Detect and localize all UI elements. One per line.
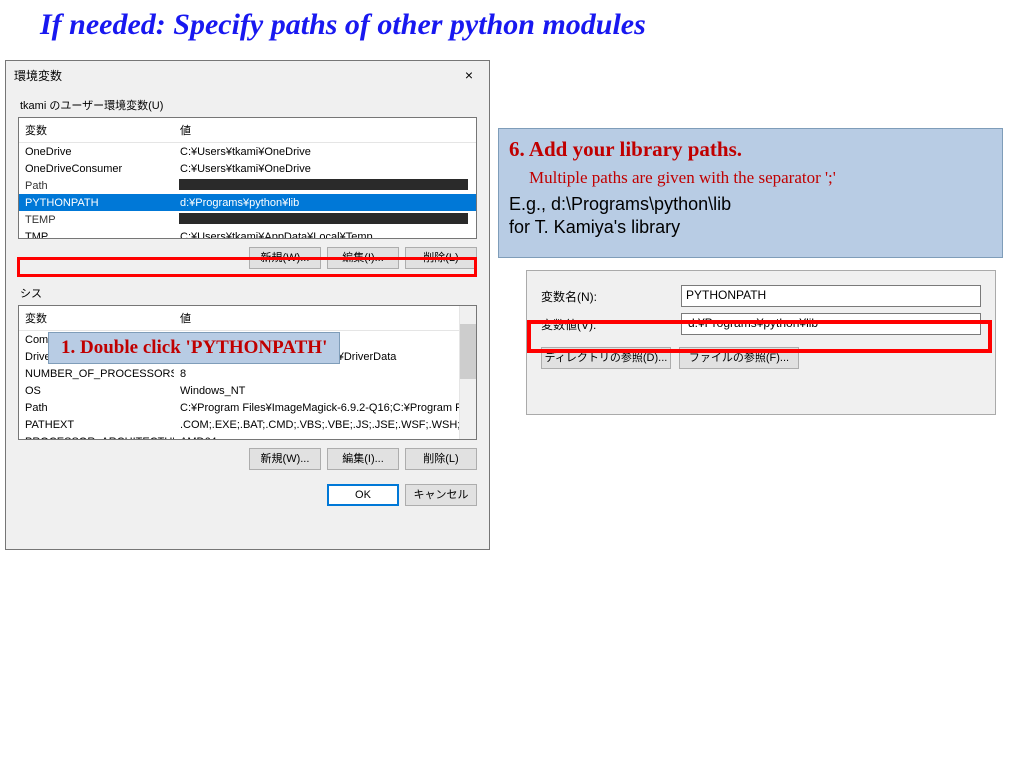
edit-button[interactable]: 編集(I)...	[327, 448, 399, 470]
step-6-sub: Multiple paths are given with the separa…	[529, 168, 992, 188]
table-row[interactable]: OneDriveConsumerC:¥Users¥tkami¥OneDrive	[19, 160, 476, 177]
table-row[interactable]: PROCESSOR_ARCHITECTUREAMD64	[19, 433, 476, 440]
sys-vars-table[interactable]: 変数 値 ComSpecC:¥windows¥system32¥cmd.exe …	[18, 305, 477, 440]
new-button[interactable]: 新規(W)...	[249, 448, 321, 470]
env-vars-dialog: 環境変数 × tkami のユーザー環境変数(U) 変数 値 OneDriveC…	[5, 60, 490, 550]
user-vars-label: tkami のユーザー環境変数(U)	[20, 97, 475, 113]
table-row[interactable]: TEMP	[19, 211, 476, 228]
sys-vars-label: シス	[20, 285, 475, 301]
step-6-text1: E.g., d:\Programs\python\lib	[509, 194, 992, 215]
close-icon[interactable]: ×	[457, 67, 481, 83]
table-row[interactable]: NUMBER_OF_PROCESSORS8	[19, 365, 476, 382]
var-name-input[interactable]: PYTHONPATH	[681, 285, 981, 307]
dialog-title: 環境変数	[14, 67, 62, 84]
step-6-panel: 6. Add your library paths. Multiple path…	[498, 128, 1003, 258]
step-6-title: 6. Add your library paths.	[509, 137, 992, 162]
table-header: 変数 値	[19, 118, 476, 143]
scrollbar[interactable]	[459, 306, 476, 439]
highlight-box	[527, 320, 992, 353]
table-row[interactable]: Path	[19, 177, 476, 194]
table-row[interactable]: PATHEXT.COM;.EXE;.BAT;.CMD;.VBS;.VBE;.JS…	[19, 416, 476, 433]
var-name-label: 変数名(N):	[541, 288, 681, 305]
step-1-callout: 1. Double click 'PYTHONPATH'	[48, 332, 340, 364]
dialog-titlebar: 環境変数 ×	[6, 61, 489, 89]
table-row[interactable]: PathC:¥Program Files¥ImageMagick-6.9.2-Q…	[19, 399, 476, 416]
table-row[interactable]: OneDriveC:¥Users¥tkami¥OneDrive	[19, 143, 476, 160]
var-name-row: 変数名(N): PYTHONPATH	[541, 285, 981, 307]
table-header: 変数 値	[19, 306, 476, 331]
table-row[interactable]: TMPC:¥Users¥tkami¥AppData¥Local¥Temp	[19, 228, 476, 239]
dialog-footer: OK キャンセル	[18, 484, 477, 506]
user-vars-table[interactable]: 変数 値 OneDriveC:¥Users¥tkami¥OneDrive One…	[18, 117, 477, 239]
page-title: If needed: Specify paths of other python…	[40, 8, 646, 42]
table-row[interactable]: OSWindows_NT	[19, 382, 476, 399]
sys-button-row: 新規(W)... 編集(I)... 削除(L)	[18, 448, 477, 470]
ok-button[interactable]: OK	[327, 484, 399, 506]
table-row-selected[interactable]: PYTHONPATHd:¥Programs¥python¥lib	[19, 194, 476, 211]
highlight-box	[17, 257, 477, 277]
delete-button[interactable]: 削除(L)	[405, 448, 477, 470]
step-6-text2: for T. Kamiya's library	[509, 217, 992, 238]
cancel-button[interactable]: キャンセル	[405, 484, 477, 506]
